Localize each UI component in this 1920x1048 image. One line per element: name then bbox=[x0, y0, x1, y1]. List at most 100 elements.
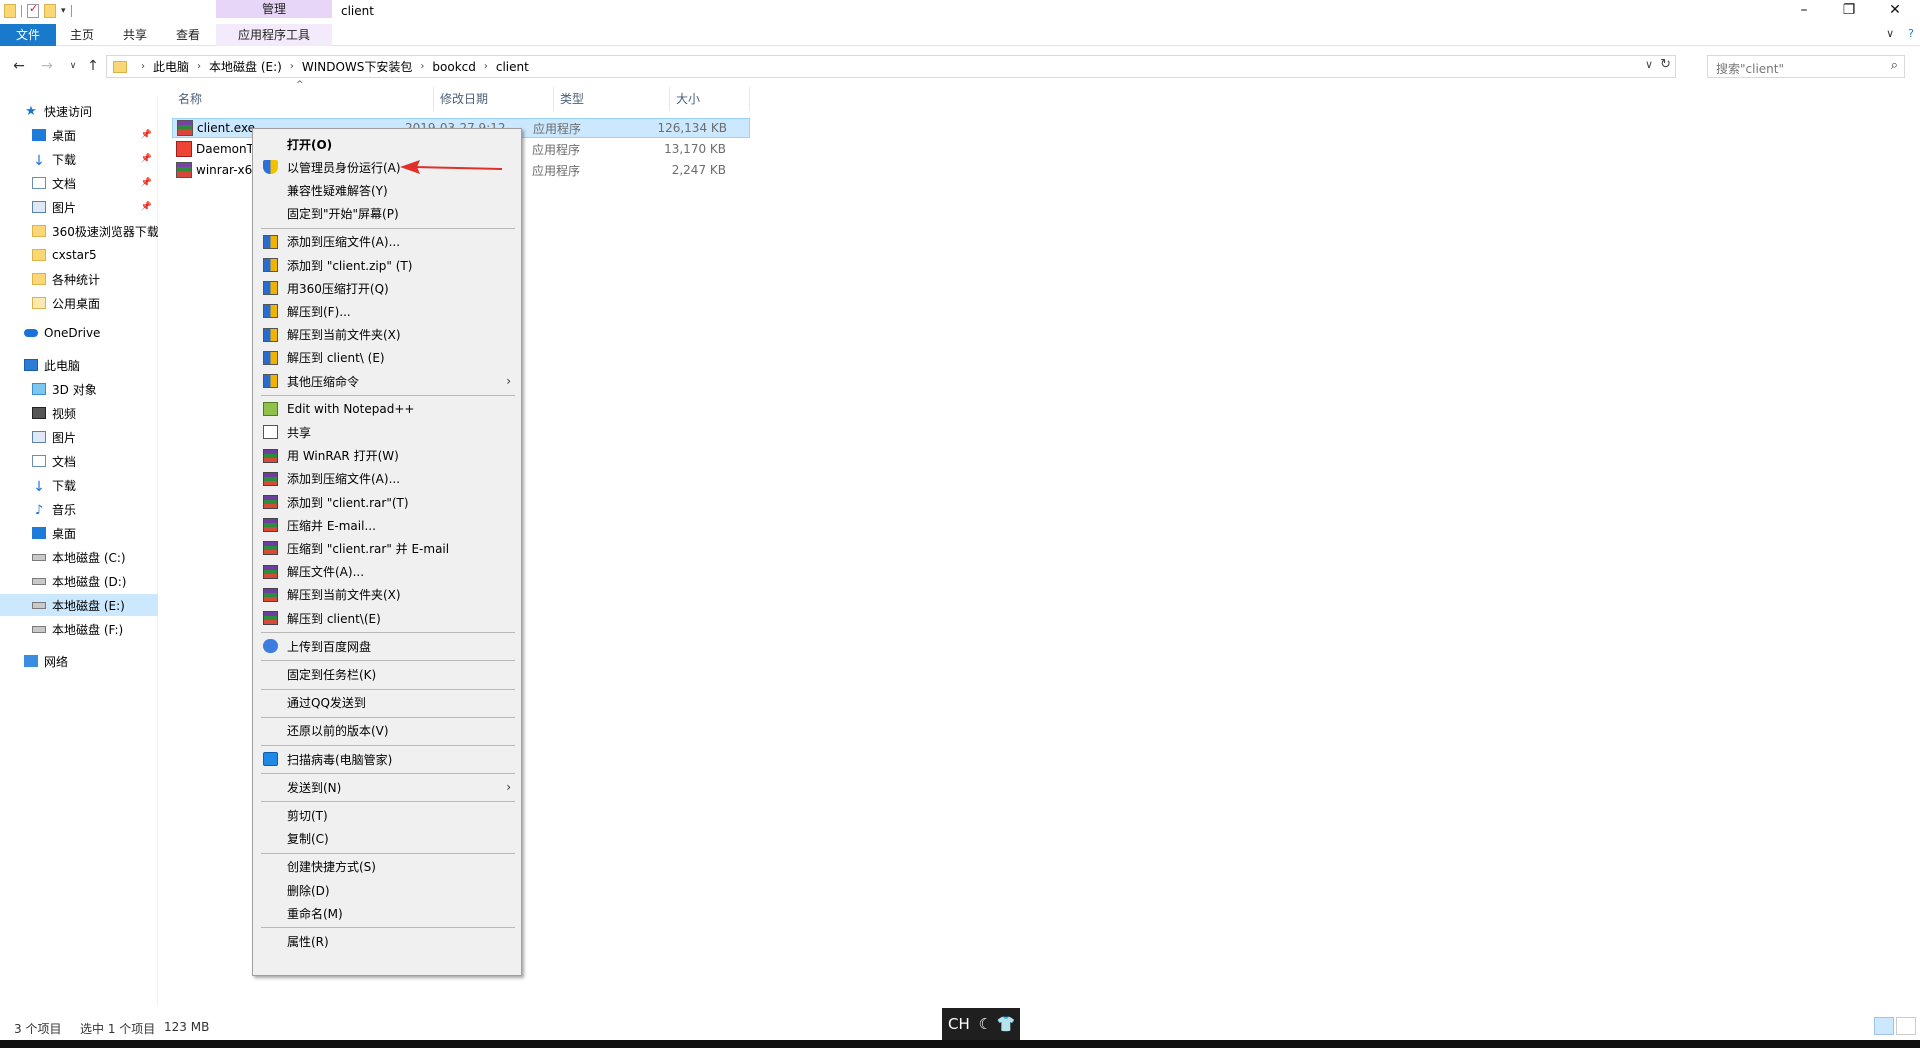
breadcrumb-drive-e[interactable]: 本地磁盘 (E:) bbox=[209, 58, 282, 75]
chevron-right-icon[interactable]: › bbox=[141, 61, 145, 72]
minimize-icon[interactable]: – bbox=[1781, 0, 1827, 22]
menu-item[interactable]: 用 WinRAR 打开(W) bbox=[253, 445, 521, 467]
up-icon[interactable]: ↑ bbox=[82, 56, 104, 76]
menu-item[interactable]: 解压文件(A)... bbox=[253, 561, 521, 583]
nav-3d-objects[interactable]: 3D 对象 bbox=[0, 378, 158, 400]
chevron-right-icon[interactable]: › bbox=[420, 61, 424, 72]
nav-documents-pinned[interactable]: 文档 📌 bbox=[0, 172, 158, 194]
recent-locations-icon[interactable]: ∨ bbox=[62, 56, 84, 76]
nav-folder-stats[interactable]: 各种统计 bbox=[0, 268, 158, 290]
menu-item[interactable]: 添加到压缩文件(A)... bbox=[253, 468, 521, 490]
chevron-right-icon[interactable]: › bbox=[197, 61, 201, 72]
window-title: client bbox=[341, 4, 374, 18]
menu-item[interactable]: 固定到任务栏(K) bbox=[253, 663, 521, 685]
new-folder-icon[interactable] bbox=[44, 4, 56, 18]
breadcrumb-windows-install[interactable]: WINDOWS下安装包 bbox=[302, 58, 413, 75]
menu-item[interactable]: 解压到当前文件夹(X) bbox=[253, 584, 521, 606]
nav-quick-access[interactable]: ★ 快速访问 bbox=[24, 100, 182, 122]
menu-item[interactable]: 添加到压缩文件(A)... bbox=[253, 231, 521, 253]
title-bar: ▾ 管理 client – ❐ ✕ bbox=[0, 0, 1920, 24]
nav-desktop[interactable]: 桌面 bbox=[0, 522, 158, 544]
menu-item[interactable]: 打开(O) bbox=[253, 133, 521, 155]
menu-item[interactable]: 用360压缩打开(Q) bbox=[253, 277, 521, 299]
chevron-right-icon[interactable]: › bbox=[290, 61, 294, 72]
menu-item[interactable]: 删除(D) bbox=[253, 879, 521, 901]
nav-pictures-pinned[interactable]: 图片 📌 bbox=[0, 196, 158, 218]
menu-item[interactable]: 添加到 "client.rar"(T) bbox=[253, 491, 521, 513]
nav-drive-d[interactable]: 本地磁盘 (D:) bbox=[0, 570, 158, 592]
menu-item[interactable]: 扫描病毒(电脑管家) bbox=[253, 748, 521, 770]
nav-pictures[interactable]: 图片 bbox=[0, 426, 158, 448]
nav-desktop-pinned[interactable]: 桌面 📌 bbox=[0, 124, 158, 146]
breadcrumb-this-pc[interactable]: 此电脑 bbox=[153, 58, 189, 75]
nav-drive-f[interactable]: 本地磁盘 (F:) bbox=[0, 618, 158, 640]
skin-icon[interactable]: 👕 bbox=[997, 1015, 1016, 1033]
details-view-icon[interactable] bbox=[1874, 1017, 1894, 1035]
menu-item[interactable]: 兼容性疑难解答(Y) bbox=[253, 179, 521, 201]
back-icon[interactable]: ← bbox=[8, 56, 30, 76]
menu-item[interactable]: 属性(R) bbox=[253, 930, 521, 952]
menu-item[interactable]: 固定到"开始"屏幕(P) bbox=[253, 203, 521, 225]
ime-toolbar[interactable]: CH ☾ 👕 bbox=[942, 1008, 1020, 1040]
menu-item[interactable]: 创建快捷方式(S) bbox=[253, 856, 521, 878]
large-icons-view-icon[interactable] bbox=[1896, 1017, 1916, 1035]
nav-downloads-pinned[interactable]: ↓ 下载 📌 bbox=[0, 148, 158, 170]
menu-item[interactable]: 发送到(N) › bbox=[253, 776, 521, 798]
search-input[interactable]: 搜索"client" ⌕ bbox=[1707, 55, 1905, 78]
nav-drive-c[interactable]: 本地磁盘 (C:) bbox=[0, 546, 158, 568]
menu-item[interactable]: 解压到 client\ (E) bbox=[253, 347, 521, 369]
half-width-icon[interactable]: ☾ bbox=[979, 1015, 992, 1033]
help-icon[interactable]: ? bbox=[1908, 27, 1914, 40]
menu-item[interactable]: Edit with Notepad++ bbox=[253, 398, 521, 420]
refresh-icon[interactable]: ↻ bbox=[1660, 57, 1671, 72]
column-date[interactable]: 修改日期 bbox=[434, 87, 554, 111]
tab-home[interactable]: 主页 bbox=[60, 24, 104, 46]
search-icon[interactable]: ⌕ bbox=[1891, 58, 1898, 73]
nav-documents[interactable]: 文档 bbox=[0, 450, 158, 472]
customize-toolbar-icon[interactable]: ▾ bbox=[61, 6, 66, 16]
properties-icon[interactable] bbox=[27, 2, 39, 18]
nav-drive-e[interactable]: 本地磁盘 (E:) bbox=[0, 594, 158, 616]
tab-file[interactable]: 文件 bbox=[0, 24, 56, 46]
menu-item[interactable]: 压缩并 E-mail... bbox=[253, 514, 521, 536]
breadcrumb-client[interactable]: client bbox=[496, 60, 529, 74]
nav-onedrive[interactable]: OneDrive bbox=[0, 322, 158, 344]
breadcrumb-bookcd[interactable]: bookcd bbox=[432, 60, 475, 74]
menu-item[interactable]: 添加到 "client.zip" (T) bbox=[253, 254, 521, 276]
drive-icon bbox=[32, 601, 46, 609]
nav-music[interactable]: ♪ 音乐 bbox=[0, 498, 158, 520]
restore-icon[interactable]: ❐ bbox=[1826, 0, 1872, 22]
column-size[interactable]: 大小 bbox=[670, 87, 750, 111]
tab-share[interactable]: 共享 bbox=[113, 24, 157, 46]
chevron-down-icon[interactable]: ∨ bbox=[1645, 58, 1653, 71]
tab-manage[interactable]: 管理 bbox=[216, 0, 332, 18]
column-name[interactable]: 名称 bbox=[172, 87, 434, 111]
menu-item[interactable]: 通过QQ发送到 bbox=[253, 692, 521, 714]
menu-item[interactable]: 共享 bbox=[253, 421, 521, 443]
menu-item[interactable]: 其他压缩命令 › bbox=[253, 370, 521, 392]
menu-item[interactable]: 压缩到 "client.rar" 并 E-mail bbox=[253, 537, 521, 559]
nav-videos[interactable]: 视频 bbox=[0, 402, 158, 424]
address-bar[interactable]: › 此电脑 › 本地磁盘 (E:) › WINDOWS下安装包 › bookcd… bbox=[106, 55, 1676, 78]
nav-this-pc[interactable]: 此电脑 bbox=[0, 354, 158, 376]
menu-item[interactable]: 解压到 client\(E) bbox=[253, 607, 521, 629]
tab-app-tools[interactable]: 应用程序工具 bbox=[216, 24, 332, 46]
nav-public-desktop[interactable]: 公用桌面 bbox=[0, 292, 158, 314]
chevron-right-icon[interactable]: › bbox=[484, 61, 488, 72]
close-icon[interactable]: ✕ bbox=[1872, 0, 1918, 22]
menu-item[interactable]: 复制(C) bbox=[253, 828, 521, 850]
menu-item[interactable]: 重命名(M) bbox=[253, 902, 521, 924]
menu-item[interactable]: 解压到当前文件夹(X) bbox=[253, 324, 521, 346]
nav-network[interactable]: 网络 bbox=[0, 650, 158, 672]
tab-view[interactable]: 查看 bbox=[166, 24, 210, 46]
nav-folder-360[interactable]: 360极速浏览器下载 bbox=[0, 220, 158, 242]
nav-downloads[interactable]: ↓ 下载 bbox=[0, 474, 158, 496]
expand-ribbon-icon[interactable]: ∨ bbox=[1886, 27, 1894, 40]
forward-icon[interactable]: → bbox=[36, 56, 58, 76]
column-type[interactable]: 类型 bbox=[554, 87, 670, 111]
menu-item[interactable]: 还原以前的版本(V) bbox=[253, 720, 521, 742]
nav-folder-cxstar5[interactable]: cxstar5 bbox=[0, 244, 158, 266]
menu-item[interactable]: 上传到百度网盘 bbox=[253, 635, 521, 657]
menu-item[interactable]: 解压到(F)... bbox=[253, 300, 521, 322]
menu-item[interactable]: 剪切(T) bbox=[253, 804, 521, 826]
